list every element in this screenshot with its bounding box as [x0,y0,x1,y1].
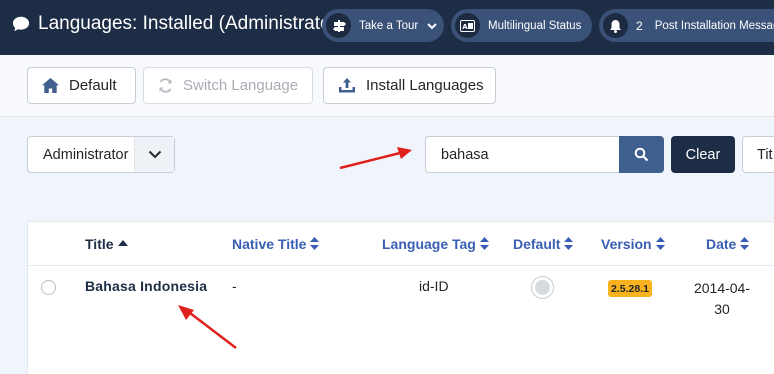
column-header-date[interactable]: Date [706,222,750,265]
language-icon: A [455,13,480,38]
row-language-tag: id-ID [419,278,449,294]
column-header-title-label: Title [85,235,114,252]
upload-icon [339,78,355,93]
row-native-title: - [232,278,237,294]
version-badge: 2.5.28.1 [608,280,652,297]
default-indicator-icon [535,280,550,295]
sort-icon [740,237,750,250]
column-header-native-title[interactable]: Native Title [232,222,320,265]
languages-table: Title Native Title Language Tag Default … [27,221,774,374]
page-title: Languages: Installed (Administrator) [38,13,344,34]
sort-icon [310,237,320,250]
column-header-date-label: Date [706,235,737,252]
arrow-to-search-icon [339,147,412,170]
row-date-line1: 2014-04- [693,280,751,296]
svg-text:A: A [462,22,468,30]
client-select-value: Administrator [43,146,129,163]
chevron-down-icon [134,137,174,172]
multilingual-label: Multilingual Status [488,19,582,32]
signpost-icon [326,13,351,38]
column-header-language-tag-label: Language Tag [382,235,476,252]
install-languages-button[interactable]: Install Languages [323,67,496,104]
switch-label: Switch Language [183,77,299,94]
column-header-title[interactable]: Title [85,222,128,265]
column-header-default[interactable]: Default [513,222,574,265]
install-label: Install Languages [366,77,484,94]
toolbar: Default Switch Language Install Language… [0,55,774,117]
search-button[interactable] [619,136,664,173]
search-icon [634,147,649,162]
column-header-version[interactable]: Version [601,222,665,265]
take-a-tour-button[interactable]: Take a Tour [322,9,444,42]
default-button[interactable]: Default [27,67,136,104]
notification-count: 2 [636,18,643,33]
row-select-radio[interactable] [41,280,56,295]
sort-icon [479,237,489,250]
comment-icon [12,16,30,32]
row-date: 2014-04- 30 [690,278,754,320]
sort-icon [564,237,574,250]
page-header: Languages: Installed (Administrator) Tak… [0,0,774,55]
client-select[interactable]: Administrator [27,136,175,173]
bell-icon [603,13,628,38]
multilingual-status-button[interactable]: A Multilingual Status [451,9,592,42]
page-title-group: Languages: Installed (Administrator) [12,13,343,35]
home-icon [42,78,59,93]
column-header-version-label: Version [601,235,652,252]
sort-icon [655,237,665,250]
post-install-label: Post Installation Messages [654,19,774,32]
switch-language-button[interactable]: Switch Language [143,67,313,104]
row-title-link[interactable]: Bahasa Indonesia [85,278,207,294]
chevron-down-icon [427,22,437,29]
column-header-native-title-label: Native Title [232,235,307,252]
column-header-default-label: Default [513,235,561,252]
default-label: Default [69,77,117,94]
search-input[interactable]: bahasa [425,136,620,173]
clear-button[interactable]: Clear [671,136,735,173]
header-divider [28,265,774,266]
refresh-icon [159,78,172,93]
set-default-button[interactable] [531,276,554,299]
post-installation-messages-button[interactable]: 2 Post Installation Messages [599,9,774,42]
title-sort-select[interactable]: Tit [742,136,774,173]
column-header-language-tag[interactable]: Language Tag [382,222,489,265]
search-input-value: bahasa [441,146,489,163]
tour-label: Take a Tour [359,19,419,32]
row-date-line2: 30 [714,301,730,317]
sort-up-icon [117,240,128,246]
